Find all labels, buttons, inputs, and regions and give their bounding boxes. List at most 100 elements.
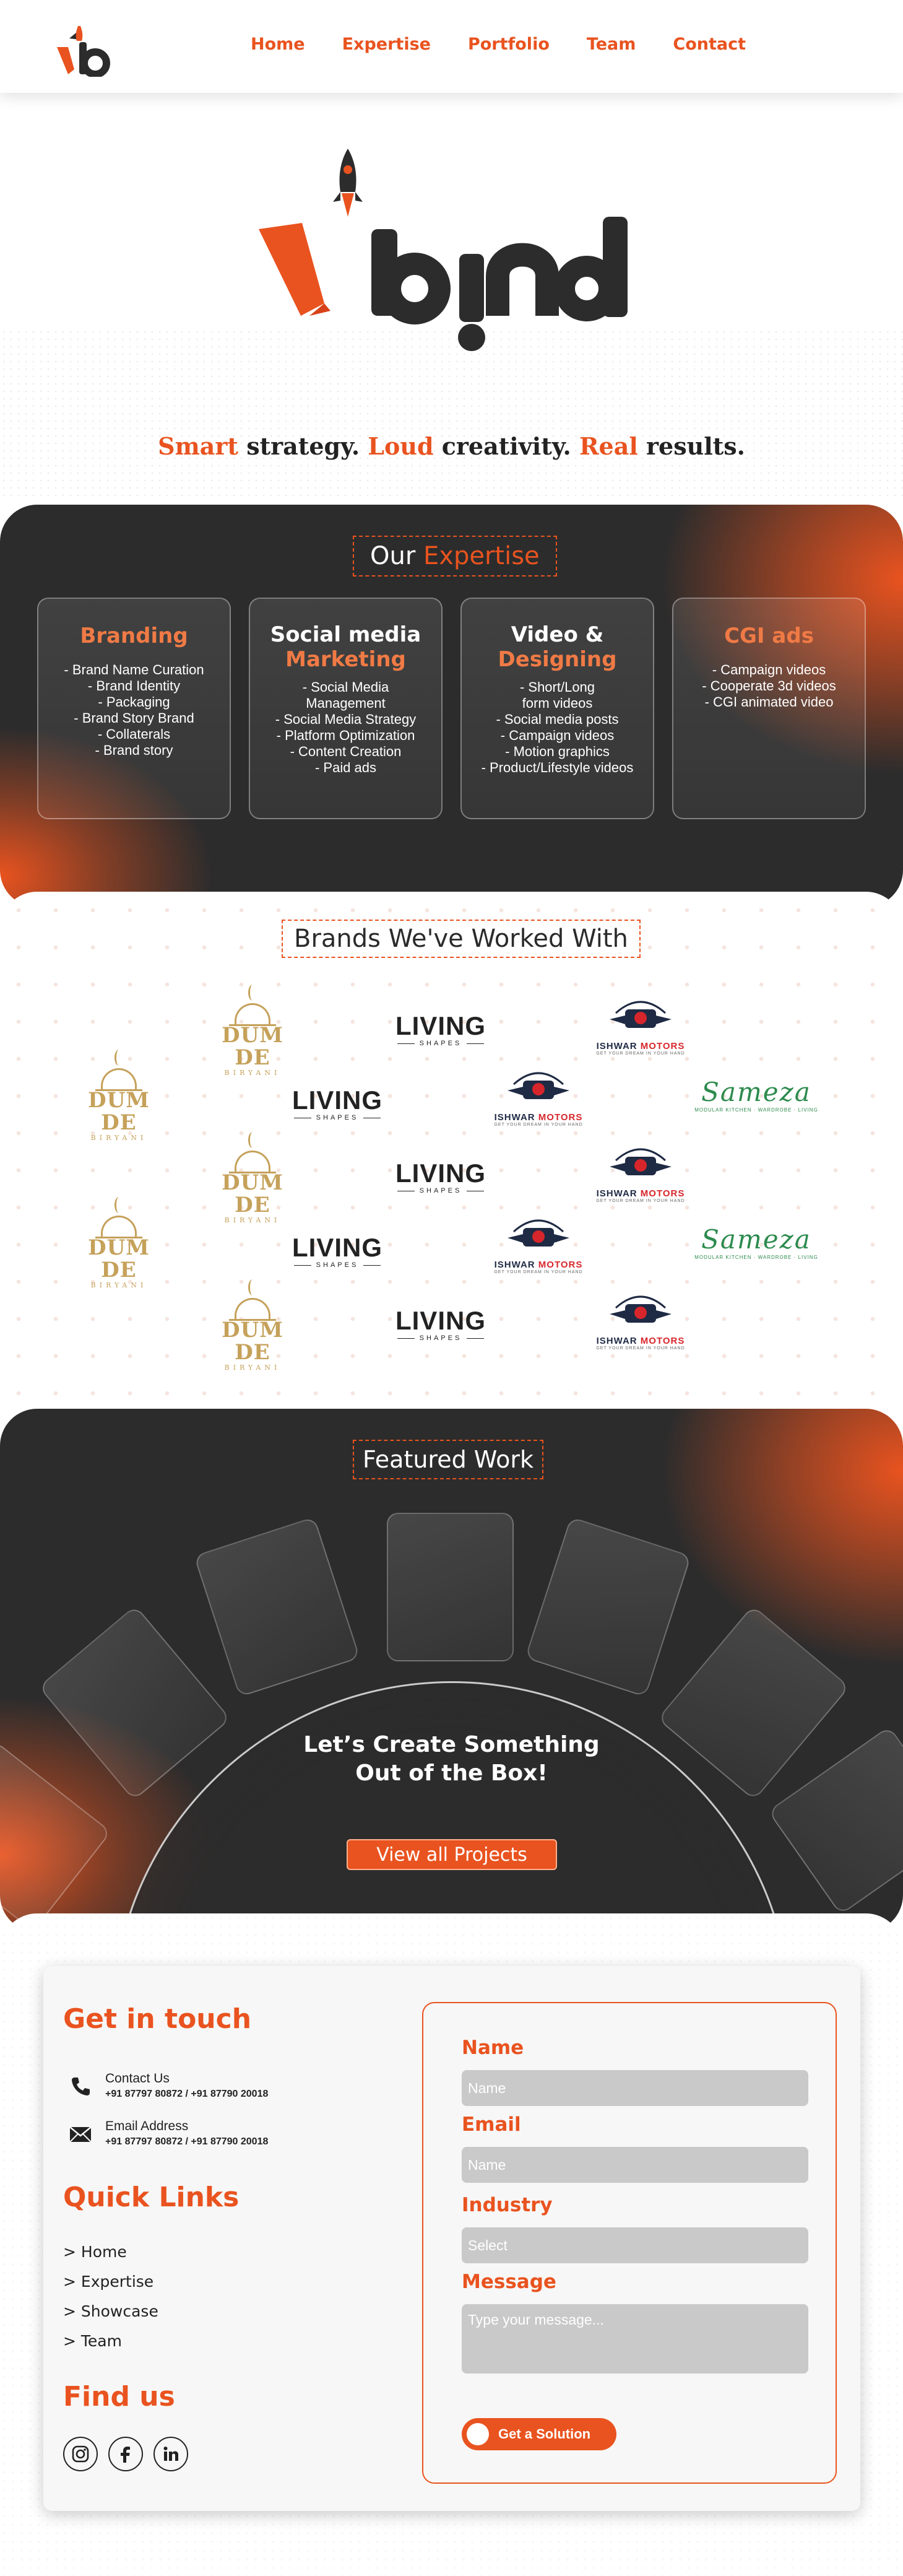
facebook-icon[interactable] <box>108 2437 143 2471</box>
logo-ishwar-name-a: ISHWAR <box>596 1041 641 1051</box>
expertise-card-cgi[interactable]: CGI ads - Campaign videos - Cooperate 3d… <box>672 598 866 819</box>
logo-living-name: LIVING <box>292 1086 382 1115</box>
logo-ishwar-name-b: MOTORS <box>640 1188 685 1199</box>
card-item: - Platform Optimization <box>276 728 415 743</box>
industry-select[interactable] <box>462 2227 808 2263</box>
nav-link-contact[interactable]: Contact <box>673 35 746 54</box>
logo-sameza-name: Sameza <box>701 1224 811 1255</box>
contact-phone-label: Contact Us <box>105 2071 170 2086</box>
expertise-title: Our Expertise <box>353 536 557 577</box>
nav-link-portfolio[interactable]: Portfolio <box>468 35 550 54</box>
logo-ishwar-name-b: MOTORS <box>538 1112 583 1123</box>
card-title-line-2: Designing <box>498 647 617 672</box>
card-item: - Short/Long <box>519 679 595 695</box>
logo-ishwar-name-b: MOTORS <box>538 1260 583 1270</box>
card-item: - Paid ads <box>314 760 377 775</box>
form-industry-label: Industry <box>462 2194 553 2216</box>
logo-dum-de-sub: BIRYANI <box>90 1281 147 1289</box>
logo-dum-de-name: DUM DE <box>222 1170 283 1217</box>
logo-ishwar-sub: GET YOUR DREAM IN YOUR HAND <box>596 1346 685 1351</box>
card-item: - CGI animated video <box>704 694 834 710</box>
card-list: - Short/Long form videos - Social media … <box>462 679 653 776</box>
quick-link-showcase[interactable]: > Showcase <box>63 2297 158 2326</box>
contact-phone-value: +91 87797 80872 / +91 87790 20018 <box>105 2089 269 2099</box>
hero-section: Smart strategy. Loud creativity. Real re… <box>0 93 903 502</box>
card-title-line-1: Social media <box>270 622 421 647</box>
contact-email-row[interactable]: Email Address +91 87797 80872 / +91 8779… <box>68 2118 268 2149</box>
logo-ishwar-name-a: ISHWAR <box>494 1260 538 1270</box>
vbind-logo-icon[interactable] <box>52 21 114 77</box>
linkedin-icon[interactable] <box>153 2437 188 2471</box>
logo-living-shapes: LIVING SHAPES <box>394 1012 487 1050</box>
logo-sameza-sub: MODULAR KITCHEN · WARDROBE · LIVING <box>694 1255 818 1260</box>
tagline-word-loud: Loud <box>368 432 434 460</box>
get-a-solution-button[interactable]: Get a Solution <box>462 2418 616 2450</box>
contact-phone-row[interactable]: Contact Us +91 87797 80872 / +91 87790 2… <box>68 2070 268 2101</box>
logo-living-name: LIVING <box>395 1011 486 1040</box>
project-card[interactable] <box>524 1516 692 1697</box>
card-item: - Product/Lifestyle videos <box>481 760 634 775</box>
hero-dot-pattern <box>0 328 903 502</box>
quick-links-list: > Home > Expertise > Showcase > Team <box>63 2237 158 2356</box>
expertise-card-video[interactable]: Video & Designing - Short/Long form video… <box>460 598 654 819</box>
quick-link-team[interactable]: > Team <box>63 2326 158 2356</box>
card-item: - Brand Name Curation <box>64 662 204 677</box>
card-item: - Motion graphics <box>505 744 610 759</box>
logo-ishwar-sub: GET YOUR DREAM IN YOUR HAND <box>494 1270 583 1274</box>
quick-link-expertise[interactable]: > Expertise <box>63 2267 158 2297</box>
featured-heading-line-1: Let’s Create Something <box>303 1732 600 1757</box>
logo-ishwar-name-a: ISHWAR <box>494 1112 538 1123</box>
expertise-card-branding[interactable]: Branding - Brand Name Curation - Brand I… <box>37 598 231 819</box>
nav-link-team[interactable]: Team <box>587 35 636 54</box>
nav-link-home[interactable]: Home <box>251 35 305 54</box>
logo-ishwar-name-a: ISHWAR <box>596 1188 641 1199</box>
brands-section: Brands We've Worked With DUM DE BIRYANI L… <box>0 892 903 1424</box>
card-title-line-1: Video & <box>511 622 604 647</box>
logo-ishwar-motors: ISHWAR MOTORS GET YOUR DREAM IN YOUR HAN… <box>594 1286 687 1360</box>
logo-living-shapes: LIVING SHAPES <box>291 1087 384 1124</box>
message-textarea[interactable] <box>462 2304 808 2374</box>
contact-form: Name Email Industry Message Get a Soluti… <box>422 2002 837 2484</box>
contact-email-value: +91 87797 80872 / +91 87790 20018 <box>105 2136 269 2147</box>
form-email-label: Email <box>462 2113 521 2136</box>
email-icon <box>69 2126 92 2143</box>
card-item: - Social Media Strategy <box>275 711 417 727</box>
card-title: Branding <box>38 624 230 648</box>
logo-dum-de-sub: BIRYANI <box>224 1364 281 1372</box>
card-item: - Brand Identity <box>87 678 181 694</box>
logo-living-name: LIVING <box>292 1233 382 1262</box>
motorbike-icon <box>610 1295 672 1323</box>
logo-ishwar-sub: GET YOUR DREAM IN YOUR HAND <box>494 1123 583 1127</box>
email-input[interactable] <box>462 2147 808 2183</box>
card-title: Video & Designing <box>462 622 653 672</box>
view-all-projects-button[interactable]: View all Projects <box>347 1839 557 1870</box>
logo-dum-de-name: DUM DE <box>222 1318 283 1365</box>
logo-dum-de-name: DUM DE <box>222 1023 283 1070</box>
brands-dot-pattern <box>0 892 903 1424</box>
featured-heading: Let’s Create Something Out of the Box! <box>0 1731 903 1788</box>
logo-living-sub: SHAPES <box>394 1187 487 1194</box>
expertise-card-social[interactable]: Social media Marketing - Social Media Man… <box>249 598 443 819</box>
project-card[interactable] <box>387 1513 514 1661</box>
card-title-line-1: CGI ads <box>724 624 814 648</box>
nav-link-expertise[interactable]: Expertise <box>342 35 431 54</box>
logo-ishwar-name-b: MOTORS <box>640 1041 685 1051</box>
get-in-touch-heading: Get in touch <box>63 2003 252 2035</box>
logo-dum-de: DUM DE BIRYANI <box>76 1050 162 1142</box>
logo-living-sub: SHAPES <box>394 1334 487 1342</box>
logo-dum-de-sub: BIRYANI <box>224 1069 281 1077</box>
quick-link-home[interactable]: > Home <box>63 2237 158 2267</box>
logo-living-name: LIVING <box>395 1306 486 1335</box>
contact-section: Get in touch Contact Us +91 87797 80872 … <box>0 1913 903 2576</box>
card-item: Management <box>306 695 386 711</box>
logo-sameza-sub: MODULAR KITCHEN · WARDROBE · LIVING <box>694 1107 818 1113</box>
name-input[interactable] <box>462 2070 808 2106</box>
motorbike-icon <box>508 1072 569 1099</box>
form-name-label: Name <box>462 2037 524 2059</box>
project-card[interactable] <box>193 1516 361 1697</box>
logo-living-shapes: LIVING SHAPES <box>291 1234 384 1271</box>
vbind-hero-logo <box>259 149 628 351</box>
logo-living-sub: SHAPES <box>394 1040 487 1047</box>
logo-dum-de: DUM DE BIRYANI <box>76 1197 162 1289</box>
instagram-icon[interactable] <box>63 2437 98 2471</box>
